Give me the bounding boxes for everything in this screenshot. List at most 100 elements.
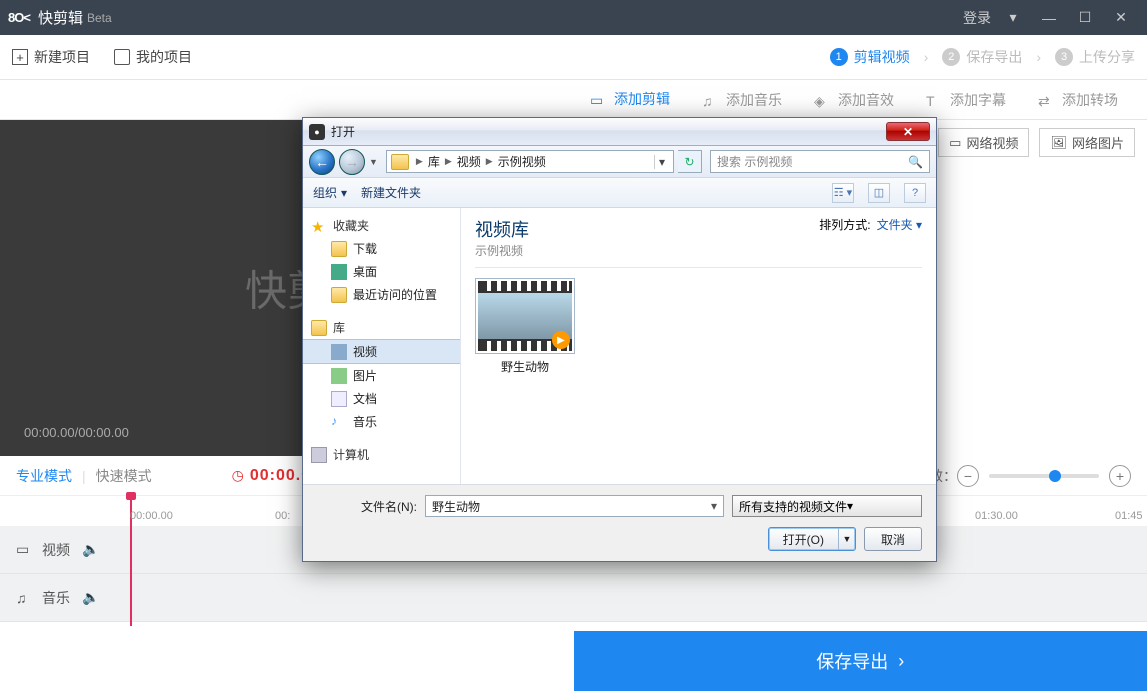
zoom-out-button[interactable]: − (957, 465, 979, 487)
file-name: 野生动物 (475, 358, 575, 375)
chevron-right-icon[interactable]: ▶ (483, 156, 496, 167)
filetype-dropdown[interactable]: 所有支持的视频文件 ▾ (732, 495, 922, 517)
download-icon (331, 241, 347, 257)
dialog-content[interactable]: 视频库 示例视频 排列方式: 文件夹 ▾ ▶ 野生动物 (461, 208, 936, 484)
step-num: 1 (830, 48, 848, 66)
sidebar-item-desktop[interactable]: 桌面 (303, 260, 460, 283)
search-input[interactable]: 搜索 示例视频 🔍 (710, 150, 930, 173)
tab-add-sfx[interactable]: ◈ 添加音效 (798, 80, 910, 120)
cancel-button[interactable]: 取消 (864, 527, 922, 551)
minimize-button[interactable]: — (1031, 10, 1067, 26)
export-button[interactable]: 保存导出 › (574, 631, 1147, 691)
quick-mode-button[interactable]: 快速模式 (96, 466, 152, 486)
file-item-wildlife[interactable]: ▶ 野生动物 (475, 278, 575, 375)
view-mode-button[interactable]: ☶ ▾ (832, 183, 854, 203)
sidebar-item-pictures[interactable]: 图片 (303, 364, 460, 387)
maximize-button[interactable]: ☐ (1067, 9, 1103, 26)
tab-label: 添加音乐 (726, 90, 782, 110)
sidebar-item-documents[interactable]: 文档 (303, 387, 460, 410)
close-button[interactable]: ✕ (1103, 9, 1139, 26)
preview-pane-button[interactable]: ◫ (868, 183, 890, 203)
login-button[interactable]: 登录 (959, 8, 995, 28)
nav-history-dropdown[interactable]: ▼ (369, 157, 378, 167)
sidebar-item-label: 图片 (353, 367, 377, 384)
video-track-icon: ▭ (16, 541, 34, 558)
net-image-button[interactable]: 🖼 网络图片 (1039, 128, 1135, 157)
dropdown-icon[interactable]: ▾ (995, 9, 1031, 26)
sidebar-library[interactable]: 库 (303, 316, 460, 339)
workflow-steps: 1 剪辑视频 › 2 保存导出 › 3 上传分享 (830, 47, 1135, 67)
file-open-dialog: ● 打开 ✕ ← → ▼ ▶ 库 ▶ 视频 ▶ 示例视频 ▾ ↻ 搜索 示例视频… (302, 117, 937, 562)
step-num: 3 (1055, 48, 1073, 66)
tab-add-clip[interactable]: ▭ 添加剪辑 (574, 80, 686, 120)
tab-add-transition[interactable]: ⇄ 添加转场 (1022, 80, 1134, 120)
mute-button[interactable]: 🔈 (82, 541, 99, 558)
my-projects-button[interactable]: 我的项目 (114, 47, 192, 67)
sidebar-computer[interactable]: 计算机 (303, 443, 460, 466)
filename-input[interactable]: 野生动物 ▾ (425, 495, 724, 517)
step-label: 剪辑视频 (854, 47, 910, 67)
address-dropdown[interactable]: ▾ (654, 155, 669, 169)
ruler-tick: 00: (275, 510, 290, 522)
folder-icon (114, 49, 130, 65)
tab-label: 添加字幕 (950, 90, 1006, 110)
nav-back-button[interactable]: ← (309, 149, 335, 175)
net-video-label: 网络视频 (966, 133, 1018, 152)
sidebar-item-videos[interactable]: 视频 (303, 339, 460, 364)
chevron-right-icon: › (898, 651, 904, 672)
sidebar-item-downloads[interactable]: 下载 (303, 237, 460, 260)
media-tabs: ▭ 添加剪辑 ♫ 添加音乐 ◈ 添加音效 T 添加字幕 ⇄ 添加转场 (0, 80, 1147, 120)
step-upload[interactable]: 3 上传分享 (1055, 47, 1135, 67)
sidebar-item-label: 最近访问的位置 (353, 286, 437, 303)
dropdown-icon: ▾ (341, 186, 347, 200)
zoom-in-button[interactable]: + (1109, 465, 1131, 487)
pro-mode-button[interactable]: 专业模式 (16, 466, 72, 486)
music-lib-icon: ♪ (331, 414, 347, 430)
desktop-icon (331, 264, 347, 280)
mute-button[interactable]: 🔈 (82, 589, 99, 606)
open-split-dropdown[interactable]: ▼ (839, 534, 855, 544)
breadcrumb-item[interactable]: 库 (426, 153, 442, 170)
sort-label: 排列方式: (819, 216, 870, 233)
track-label: 音乐 (42, 588, 70, 608)
step-edit[interactable]: 1 剪辑视频 (830, 47, 910, 67)
chevron-right-icon[interactable]: ▶ (413, 156, 426, 167)
address-bar[interactable]: ▶ 库 ▶ 视频 ▶ 示例视频 ▾ (386, 150, 674, 173)
sort-dropdown[interactable]: 文件夹 ▾ (877, 216, 922, 233)
sidebar-item-label: 视频 (353, 343, 377, 360)
sfx-icon: ◈ (814, 93, 832, 107)
music-icon: ♫ (702, 93, 720, 107)
tab-label: 添加音效 (838, 90, 894, 110)
sidebar-label: 收藏夹 (333, 217, 369, 234)
sidebar-item-music[interactable]: ♪音乐 (303, 410, 460, 433)
net-video-button[interactable]: ▭ 网络视频 (938, 128, 1029, 157)
breadcrumb-item[interactable]: 示例视频 (496, 153, 548, 170)
my-projects-label: 我的项目 (136, 47, 192, 67)
tab-add-subtitle[interactable]: T 添加字幕 (910, 80, 1022, 120)
new-project-label: 新建项目 (34, 47, 90, 67)
organize-button[interactable]: 组织 ▾ (313, 184, 347, 201)
music-track[interactable]: ♫ 音乐 🔈 (0, 574, 1147, 622)
sidebar-item-recent[interactable]: 最近访问的位置 (303, 283, 460, 306)
search-icon[interactable]: 🔍 (908, 155, 923, 169)
dialog-titlebar[interactable]: ● 打开 ✕ (303, 118, 936, 146)
nav-forward-button[interactable]: → (339, 149, 365, 175)
chevron-right-icon[interactable]: ▶ (442, 156, 455, 167)
breadcrumb-item[interactable]: 视频 (455, 153, 483, 170)
new-project-button[interactable]: + 新建项目 (12, 47, 90, 67)
dialog-close-button[interactable]: ✕ (886, 122, 930, 141)
new-folder-button[interactable]: 新建文件夹 (361, 184, 421, 201)
refresh-button[interactable]: ↻ (678, 150, 702, 173)
open-button[interactable]: 打开(O) ▼ (768, 527, 856, 551)
slider-knob[interactable] (1049, 470, 1061, 482)
tab-add-music[interactable]: ♫ 添加音乐 (686, 80, 798, 120)
help-button[interactable]: ? (904, 183, 926, 203)
zoom-slider[interactable] (989, 474, 1099, 478)
sidebar-item-label: 下载 (353, 240, 377, 257)
dropdown-icon[interactable]: ▾ (711, 499, 717, 513)
sidebar-favorites[interactable]: ★ 收藏夹 (303, 214, 460, 237)
filename-value: 野生动物 (432, 498, 480, 515)
step-export[interactable]: 2 保存导出 (942, 47, 1022, 67)
dialog-nav: ← → ▼ ▶ 库 ▶ 视频 ▶ 示例视频 ▾ ↻ 搜索 示例视频 🔍 (303, 146, 936, 178)
ruler-tick: 00:00.00 (130, 510, 173, 522)
